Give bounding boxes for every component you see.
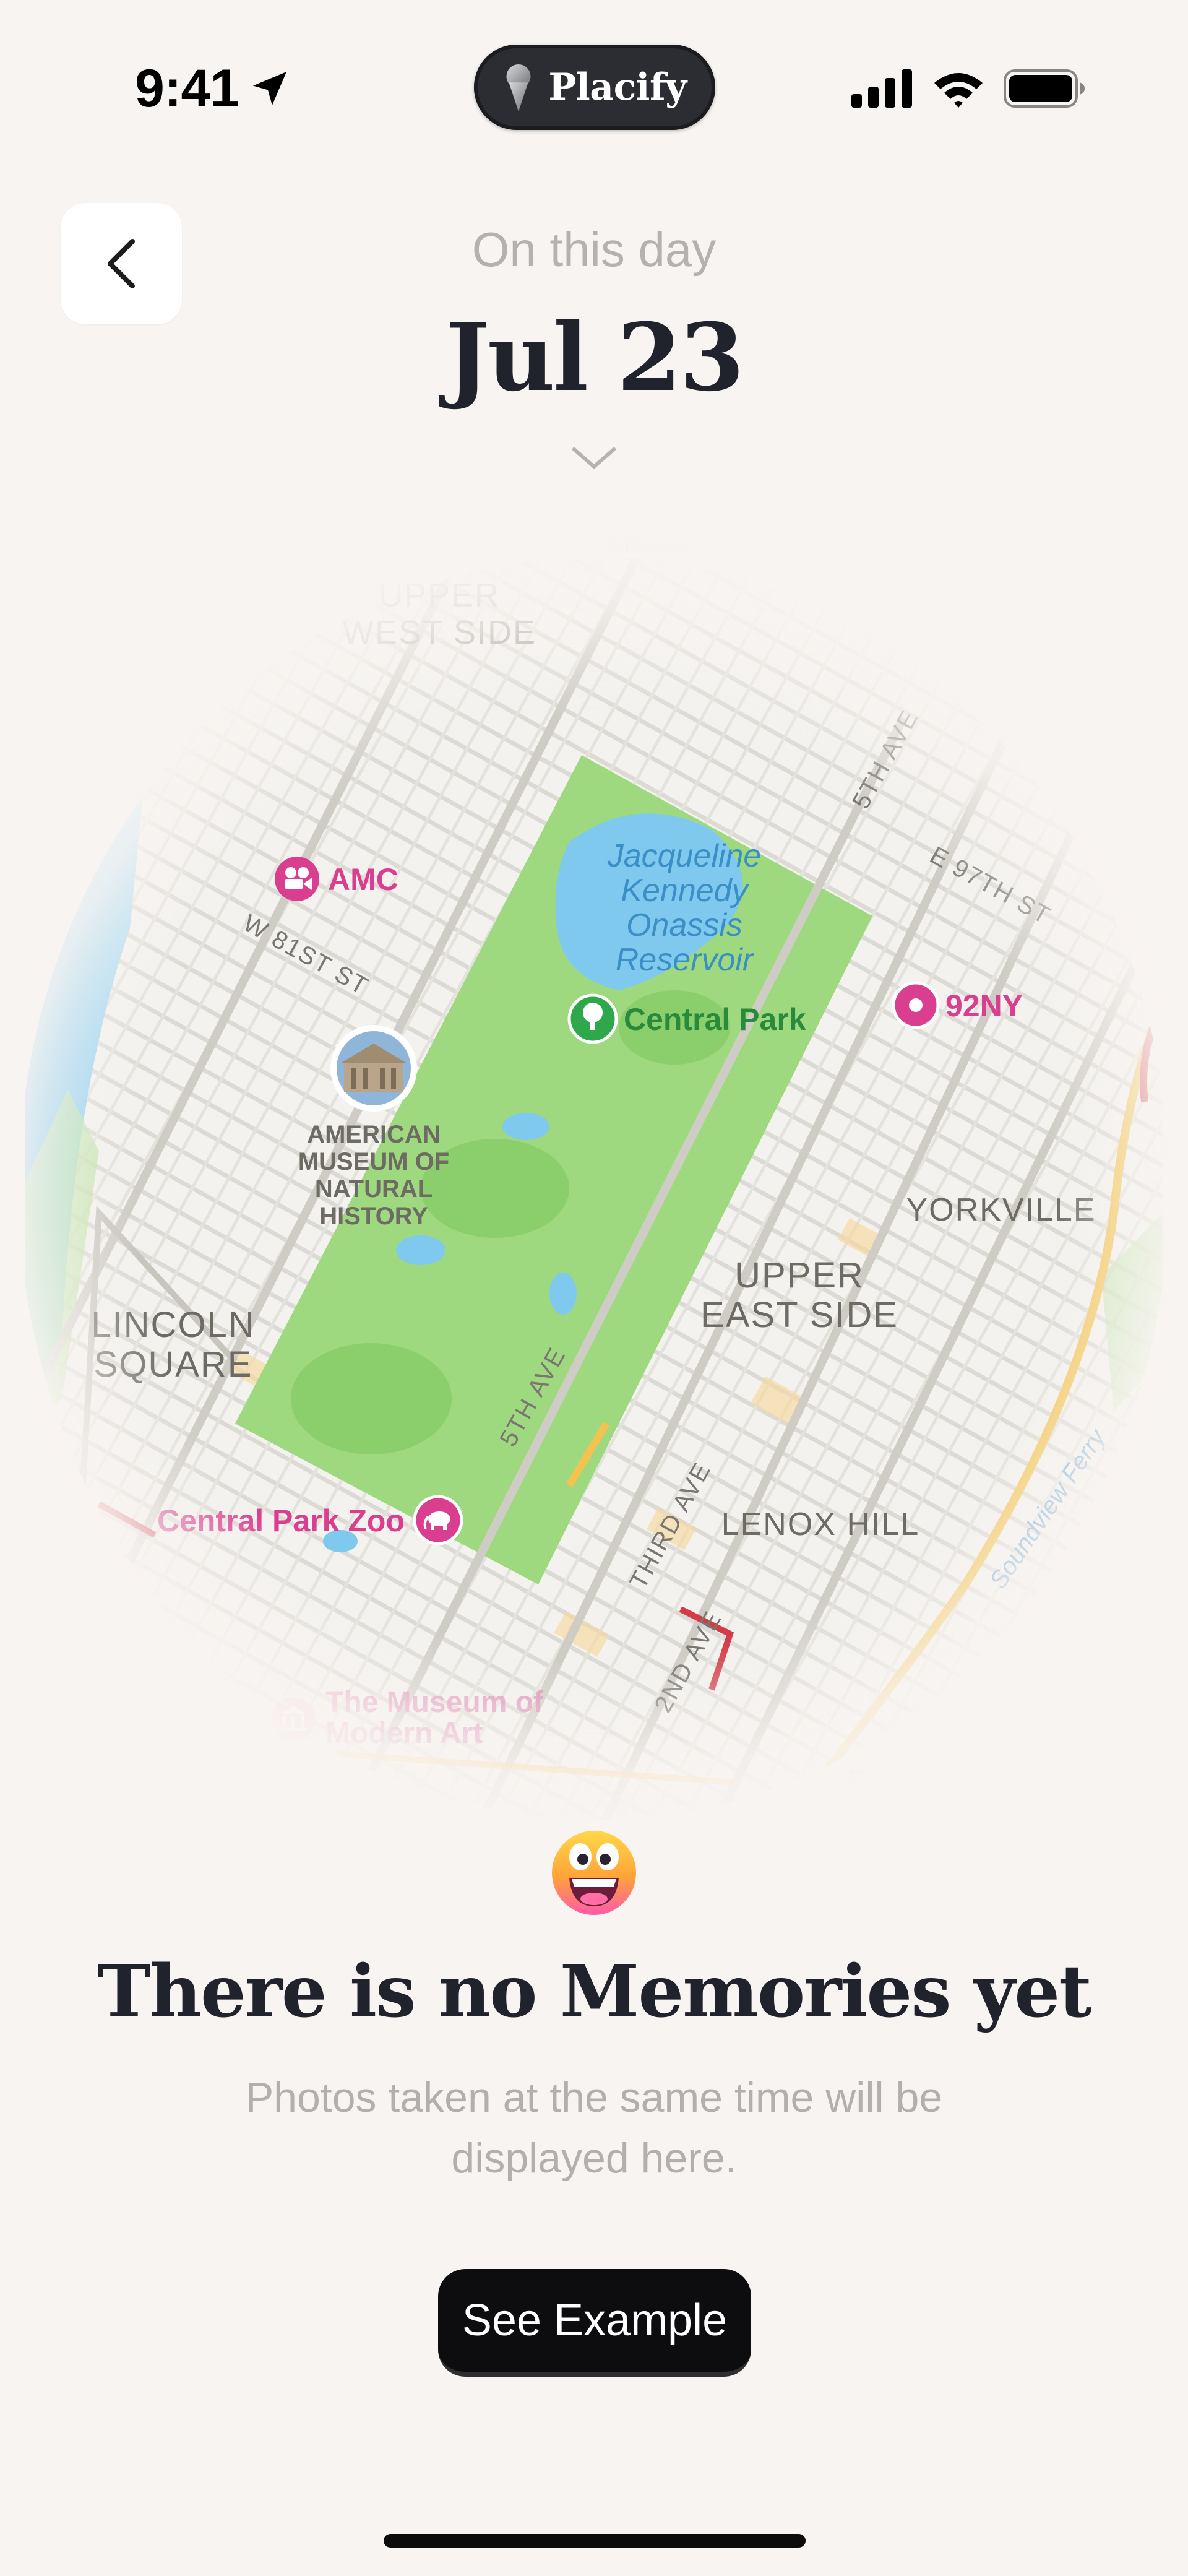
reservoir-label: Jacqueline Kennedy Onassis Reservoir	[607, 838, 762, 978]
amnh-label-3: NATURAL	[315, 1175, 433, 1203]
map-label-discovery: Discovery	[606, 532, 715, 556]
empty-state-subtitle: Photos taken at the same time will be di…	[192, 2067, 996, 2189]
map-label-lenox-hill: LENOX HILL	[721, 1506, 920, 1542]
dynamic-island[interactable]: Placify	[474, 45, 715, 130]
map-label-lincoln-square-2: SQUARE	[94, 1344, 253, 1385]
battery-icon	[1004, 69, 1085, 108]
status-time: 9:41	[135, 58, 239, 118]
reservoir-label-3: Onassis	[626, 907, 742, 943]
map-view[interactable]: Discovery UPPER WEST SIDE AMC W 81ST ST …	[25, 532, 1163, 1844]
dot-icon	[909, 998, 923, 1012]
header-subtitle: On this day	[471, 222, 717, 277]
amnh-label-4: HISTORY	[319, 1203, 428, 1230]
moma-label-2: Modern Art	[325, 1717, 483, 1750]
map-label-upper-west-side: UPPER	[379, 577, 500, 614]
central-park-label: Central Park	[624, 1002, 806, 1037]
reservoir-label-2: Kennedy	[621, 873, 749, 909]
92ny-label: 92NY	[945, 988, 1023, 1023]
amnh-label-2: MUSEUM OF	[298, 1148, 449, 1175]
moma-label-1: The Museum of	[325, 1686, 544, 1719]
map-pin-icon	[502, 63, 535, 111]
status-bar: 9:41 Placify	[0, 0, 1188, 149]
see-example-button[interactable]: See Example	[438, 2269, 751, 2377]
island-app-label: Placify	[548, 66, 687, 109]
empty-state-subtitle-line-2: displayed here.	[451, 2135, 737, 2182]
amc-label: AMC	[328, 862, 398, 897]
map-label-upper-east-side: UPPER	[734, 1255, 864, 1295]
cellular-signal-icon	[851, 69, 912, 108]
location-arrow-icon	[248, 66, 292, 111]
empty-state-title: There is no Memories yet	[97, 1950, 1091, 2034]
page-title-date: Jul 23	[446, 303, 744, 412]
reservoir-label-4: Reservoir	[616, 942, 755, 978]
map-label-yorkville: YORKVILLE	[906, 1192, 1096, 1228]
map-label-lincoln-square: LINCOLN	[91, 1305, 255, 1345]
map-tiles	[25, 557, 1163, 1820]
map-label-roosevelt: Roos	[848, 1765, 916, 1795]
status-indicators	[851, 62, 1085, 115]
home-indicator[interactable]	[384, 2534, 806, 2548]
wifi-icon	[934, 73, 983, 108]
grinning-face-icon	[552, 1831, 636, 1915]
map-label-upper-east-side-2: EAST SIDE	[700, 1295, 898, 1335]
92ny-poi[interactable]: 92NY	[892, 981, 1023, 1029]
empty-state-subtitle-line-1: Photos taken at the same time will be	[245, 2074, 943, 2121]
map-label-upper-west-side-2: WEST SIDE	[342, 614, 536, 651]
chevron-down-icon[interactable]	[570, 444, 618, 472]
amnh-label-1: AMERICAN	[307, 1121, 441, 1148]
amc-theater-poi[interactable]: AMC	[275, 857, 398, 901]
central-park-zoo-label: Central Park Zoo	[157, 1503, 405, 1538]
central-park-poi[interactable]: Central Park	[567, 993, 806, 1044]
status-time-group: 9:41	[135, 54, 292, 123]
reservoir-label-1: Jacqueline	[607, 838, 762, 874]
